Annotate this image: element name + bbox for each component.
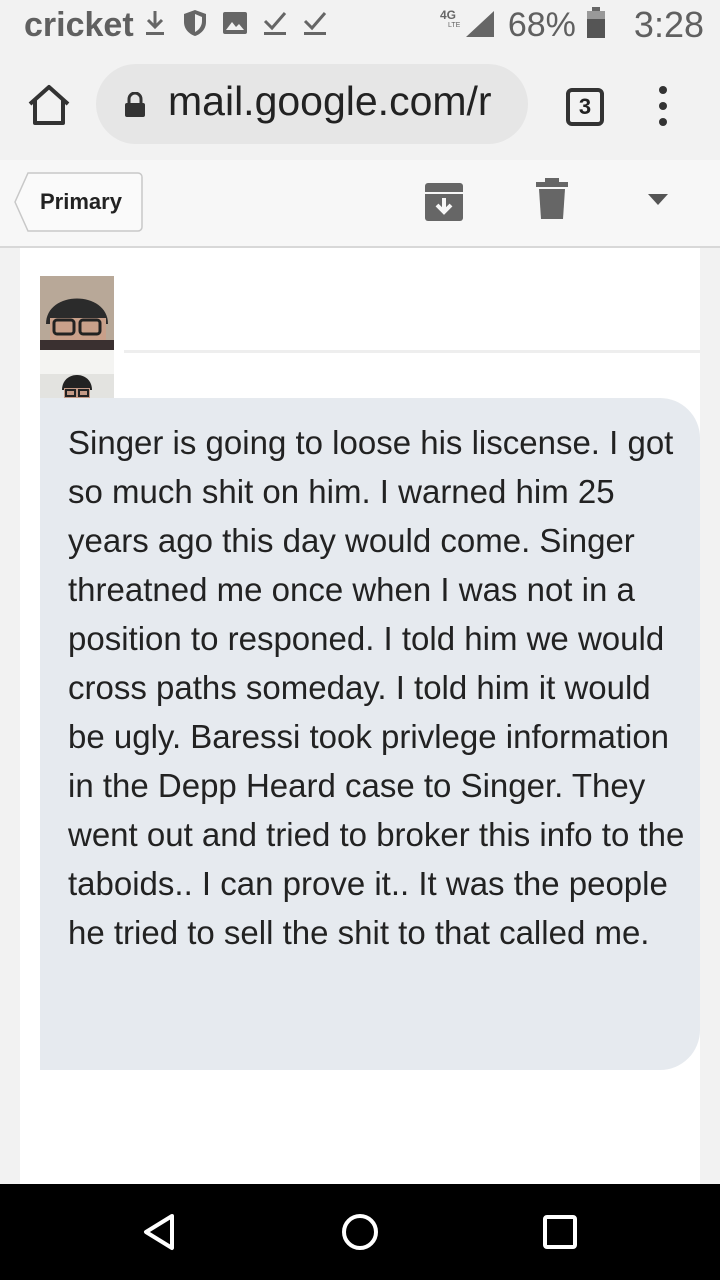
browser-address-bar: mail.google.com/r 3 xyxy=(0,52,720,160)
carrier-name: cricket xyxy=(24,6,134,44)
trash-icon[interactable] xyxy=(534,178,570,220)
status-bar: cricket 4G LTE 68% 3:28 xyxy=(0,0,720,52)
status-right: 4G LTE 68% 3:28 xyxy=(438,4,704,46)
overflow-menu-icon[interactable] xyxy=(650,84,676,128)
dropdown-arrow-icon[interactable] xyxy=(646,192,670,208)
signal-icon: 4G LTE xyxy=(438,5,498,46)
recents-icon[interactable] xyxy=(542,1214,578,1250)
primary-label: Primary xyxy=(40,189,122,214)
url-field[interactable]: mail.google.com/r xyxy=(96,64,528,144)
android-nav-bar xyxy=(0,1184,720,1280)
message-body: Singer is going to loose his liscense. I… xyxy=(68,424,685,951)
back-to-primary-button[interactable]: Primary xyxy=(14,172,143,232)
home-icon[interactable] xyxy=(26,82,72,128)
image-icon xyxy=(222,8,248,38)
shield-icon xyxy=(182,8,208,38)
check-download-icon xyxy=(262,8,288,38)
battery-percentage: 68% xyxy=(507,5,576,44)
battery-icon xyxy=(586,6,606,44)
message-view: Singer is going to loose his liscense. I… xyxy=(20,248,700,1184)
home-circle-icon[interactable] xyxy=(340,1212,380,1252)
check-download-icon xyxy=(302,8,328,38)
url-text: mail.google.com/r xyxy=(168,78,492,124)
archive-icon[interactable] xyxy=(424,182,464,222)
clock: 3:28 xyxy=(633,4,704,45)
tab-switcher-button[interactable]: 3 xyxy=(566,88,604,126)
download-icon xyxy=(142,8,168,38)
svg-text:4G: 4G xyxy=(440,8,456,22)
back-icon[interactable] xyxy=(140,1212,180,1252)
svg-text:LTE: LTE xyxy=(448,22,461,29)
notification-icons xyxy=(142,8,328,38)
sender-avatar xyxy=(40,276,114,350)
divider xyxy=(124,350,700,353)
message-bubble: Singer is going to loose his liscense. I… xyxy=(40,398,700,1070)
lock-icon xyxy=(124,91,146,118)
gmail-toolbar: Primary xyxy=(0,160,720,248)
